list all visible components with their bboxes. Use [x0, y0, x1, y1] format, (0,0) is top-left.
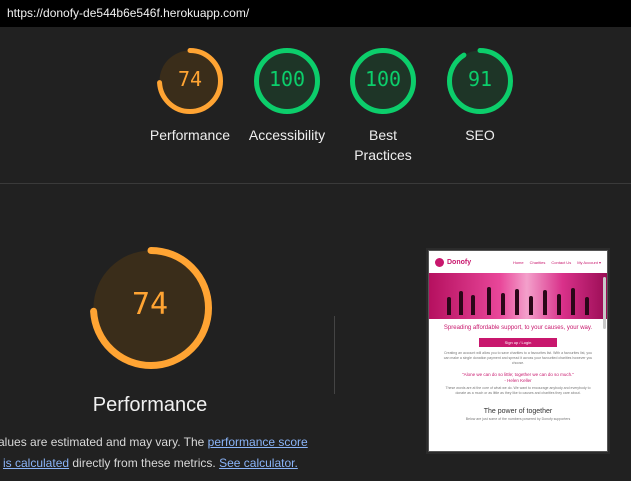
thumb-nav-links: Home Charities Contact Us My Account ▾ [513, 260, 601, 265]
thumb-tagline: Spreading affordable support, to your ca… [443, 325, 593, 331]
url-text[interactable]: https://donofy-de544b6e546f.herokuapp.co… [7, 6, 249, 20]
thumb-quote: "Alone we can do so little; together we … [461, 372, 574, 377]
see-calculator-link[interactable]: See calculator. [219, 456, 298, 470]
gauge-accessibility[interactable]: 100 Accessibility [237, 47, 337, 145]
thumb-nav-item: Home [512, 259, 524, 265]
gauge-score: 100 [268, 67, 306, 91]
thumb-footer-line: Below are just some of the numbers power… [465, 417, 571, 421]
is-calculated-link[interactable]: is calculated [3, 456, 69, 470]
thumb-hero-image [429, 273, 607, 319]
url-bar[interactable]: https://donofy-de544b6e546f.herokuapp.co… [0, 0, 631, 27]
thumb-body: Creating an account will allow you to sa… [443, 351, 593, 365]
thumb-nav-item: Charities [529, 259, 546, 265]
gauge-best-practices[interactable]: 100 Best Practices [333, 47, 433, 165]
performance-score-large: 74 [131, 287, 169, 322]
vertical-divider [334, 316, 335, 394]
gauge-score: 100 [364, 67, 402, 91]
gauge-label-line1: Best [368, 127, 397, 143]
thumb-body-2: These words are at the core of what we d… [445, 386, 591, 395]
thumb-nav-item: My Account ▾ [577, 259, 601, 265]
gauge-label: Performance [149, 127, 231, 143]
gauge-label-line2: Practices [354, 147, 412, 163]
gauge-label: Best Practices [333, 125, 433, 165]
thumb-nav-item: Contact Us [551, 259, 572, 265]
gauge-performance[interactable]: 74 Performance [140, 47, 240, 145]
final-screenshot-thumbnail[interactable]: Donofy Home Charities Contact Us My Acco… [428, 250, 608, 452]
thumb-scrollbar [603, 277, 606, 329]
thumb-quote-author: - Helen Keller [504, 378, 532, 383]
gauge-label: Accessibility [248, 127, 326, 143]
gauge-seo[interactable]: 91 SEO [430, 47, 530, 145]
performance-score-link[interactable]: performance score [208, 435, 308, 449]
gauge-score: 91 [467, 67, 493, 91]
thumb-nav: Donofy Home Charities Contact Us My Acco… [429, 251, 607, 273]
performance-title: Performance [92, 394, 208, 416]
note-mid: directly from these metrics. [69, 456, 220, 470]
section-divider [0, 183, 631, 184]
note-prefix: alues are estimated and may vary. The [0, 435, 208, 449]
logo-icon [435, 257, 444, 267]
gauge-label: SEO [465, 127, 495, 143]
thumb-signup-button: Sign up / Login [479, 338, 557, 347]
thumb-heading: The power of together [483, 408, 553, 415]
thumb-brand: Donofy [447, 258, 472, 266]
gauge-score: 74 [177, 67, 203, 91]
